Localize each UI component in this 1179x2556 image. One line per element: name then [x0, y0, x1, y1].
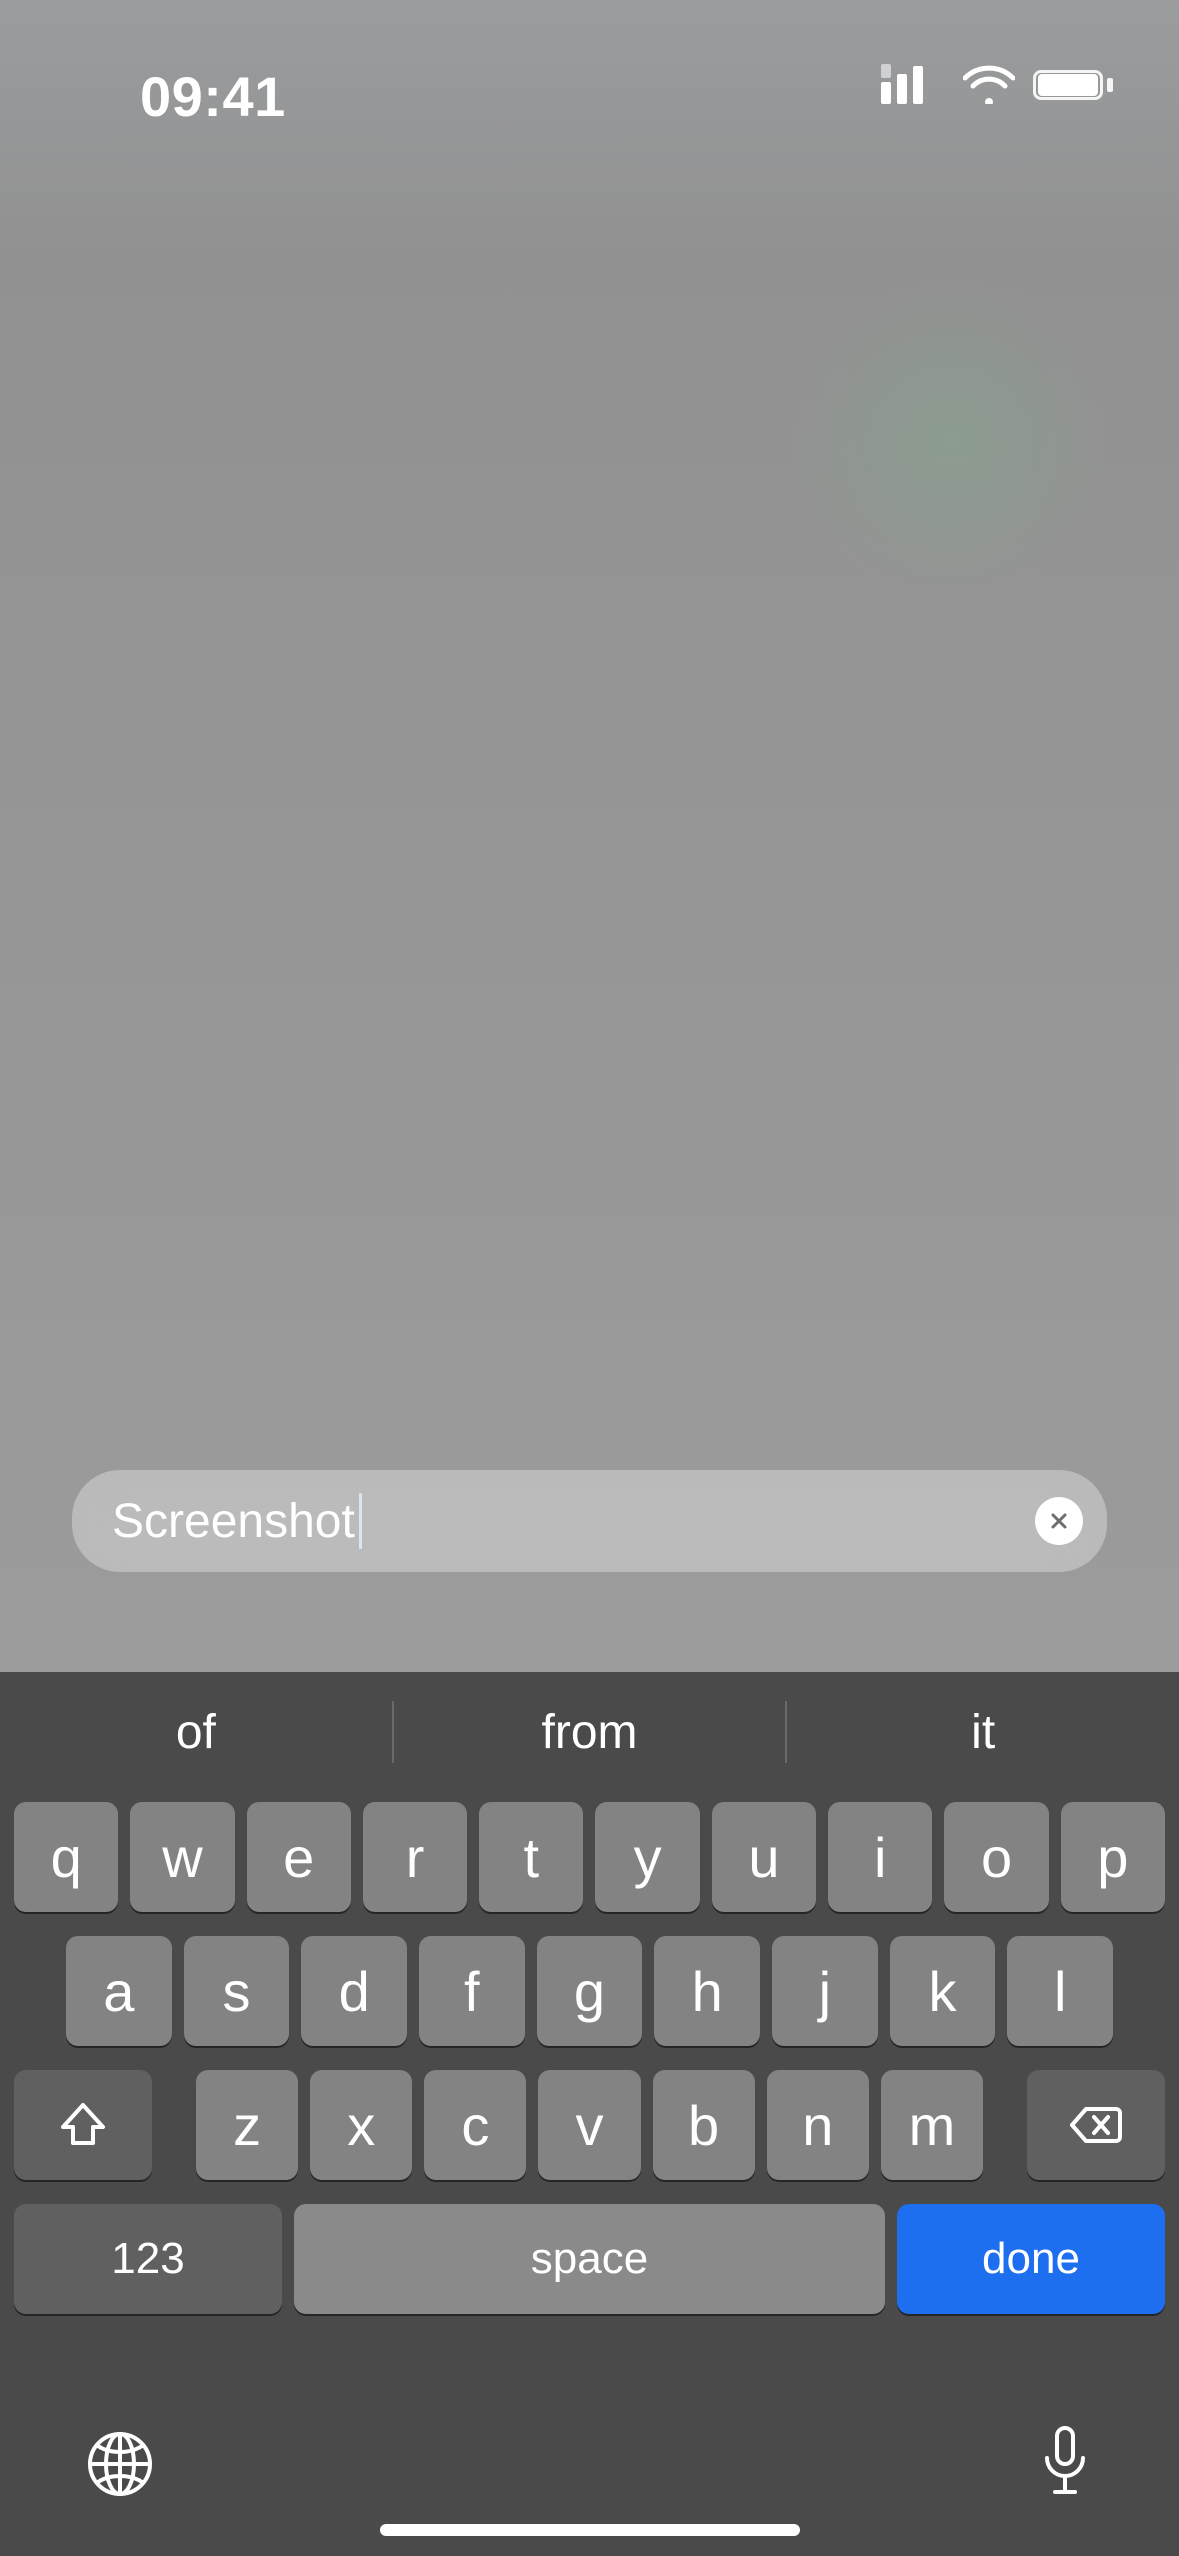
key-v[interactable]: v	[538, 2070, 640, 2180]
battery-icon	[1033, 64, 1119, 104]
key-z[interactable]: z	[196, 2070, 298, 2180]
key-r[interactable]: r	[363, 1802, 467, 1912]
cellular-icon	[881, 64, 945, 104]
globe-button[interactable]	[84, 2428, 156, 2500]
close-icon	[1049, 1511, 1069, 1531]
key-done[interactable]: done	[897, 2204, 1165, 2314]
mic-button[interactable]	[1035, 2424, 1095, 2500]
key-numbers[interactable]: 123	[14, 2204, 282, 2314]
keyboard-bottom-bar	[0, 2386, 1179, 2556]
key-space[interactable]: space	[294, 2204, 885, 2314]
key-a[interactable]: a	[66, 1936, 172, 2046]
suggestion-2[interactable]: from	[394, 1705, 786, 1760]
key-x[interactable]: x	[310, 2070, 412, 2180]
suggestion-row: of from it	[0, 1672, 1179, 1792]
suggestion-3[interactable]: it	[787, 1705, 1179, 1760]
key-q[interactable]: q	[14, 1802, 118, 1912]
key-shift[interactable]	[14, 2070, 152, 2180]
key-n[interactable]: n	[767, 2070, 869, 2180]
key-delete[interactable]	[1027, 2070, 1165, 2180]
key-w[interactable]: w	[130, 1802, 234, 1912]
key-o[interactable]: o	[944, 1802, 1048, 1912]
delete-icon	[1066, 2095, 1126, 2155]
key-d[interactable]: d	[301, 1936, 407, 2046]
key-k[interactable]: k	[890, 1936, 996, 2046]
key-h[interactable]: h	[654, 1936, 760, 2046]
key-m[interactable]: m	[881, 2070, 983, 2180]
keyboard: of from it q w e r t y u i o p a s d f g…	[0, 1672, 1179, 2556]
suggestion-1[interactable]: of	[0, 1705, 392, 1760]
status-time: 09:41	[140, 64, 286, 129]
home-indicator[interactable]	[380, 2524, 800, 2536]
key-l[interactable]: l	[1007, 1936, 1113, 2046]
key-i[interactable]: i	[828, 1802, 932, 1912]
search-input-text: Screenshot	[112, 1494, 355, 1549]
clear-button[interactable]	[1035, 1497, 1083, 1545]
key-y[interactable]: y	[595, 1802, 699, 1912]
shift-icon	[53, 2095, 113, 2155]
status-right	[881, 64, 1119, 104]
wifi-icon	[963, 64, 1015, 104]
key-f[interactable]: f	[419, 1936, 525, 2046]
key-t[interactable]: t	[479, 1802, 583, 1912]
key-g[interactable]: g	[537, 1936, 643, 2046]
key-e[interactable]: e	[247, 1802, 351, 1912]
key-p[interactable]: p	[1061, 1802, 1165, 1912]
key-b[interactable]: b	[653, 2070, 755, 2180]
globe-icon	[84, 2487, 156, 2504]
spotlight-search-field[interactable]: Screenshot	[72, 1470, 1107, 1572]
text-caret	[359, 1493, 362, 1549]
key-u[interactable]: u	[712, 1802, 816, 1912]
key-j[interactable]: j	[772, 1936, 878, 2046]
microphone-icon	[1035, 2487, 1095, 2504]
status-bar: 09:41	[0, 0, 1179, 160]
key-c[interactable]: c	[424, 2070, 526, 2180]
key-s[interactable]: s	[184, 1936, 290, 2046]
